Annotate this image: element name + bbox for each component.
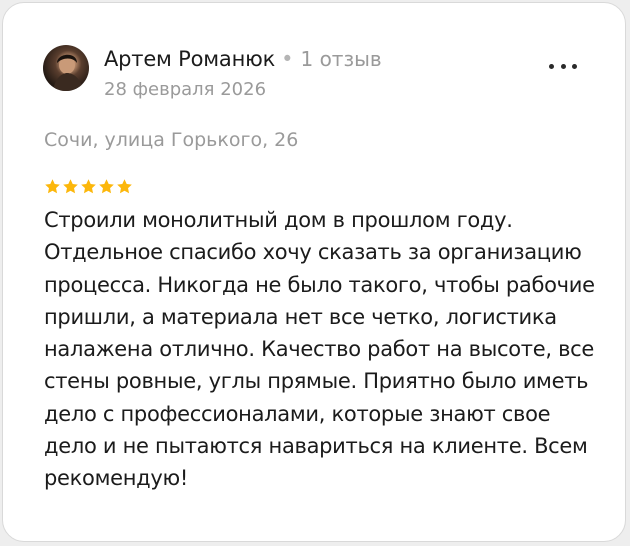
more-options-button[interactable] (549, 59, 577, 73)
avatar[interactable] (43, 45, 89, 91)
review-text: Строили монолитный дом в прошлом году. О… (44, 208, 595, 491)
star-icon (45, 179, 60, 194)
review-date: 28 февраля 2026 (104, 79, 267, 100)
more-horizontal-icon (572, 63, 577, 69)
star-icon (99, 179, 114, 194)
star-icon (63, 179, 78, 194)
star-icon (117, 179, 132, 194)
author-name[interactable]: Артем Романюк (104, 47, 275, 71)
star-icon (81, 179, 96, 194)
more-horizontal-icon (549, 63, 554, 69)
address: Сочи, улица Горького, 26 (44, 129, 299, 151)
more-horizontal-icon (560, 63, 566, 69)
avatar-photo (53, 54, 83, 91)
author-row: Артем Романюк • 1 отзыв (104, 47, 382, 71)
separator-dot: • (281, 47, 294, 71)
star-rating (44, 178, 133, 195)
review-card: Артем Романюк • 1 отзыв 28 февраля 2026 … (2, 2, 626, 542)
review-count: 1 отзыв (300, 47, 382, 71)
